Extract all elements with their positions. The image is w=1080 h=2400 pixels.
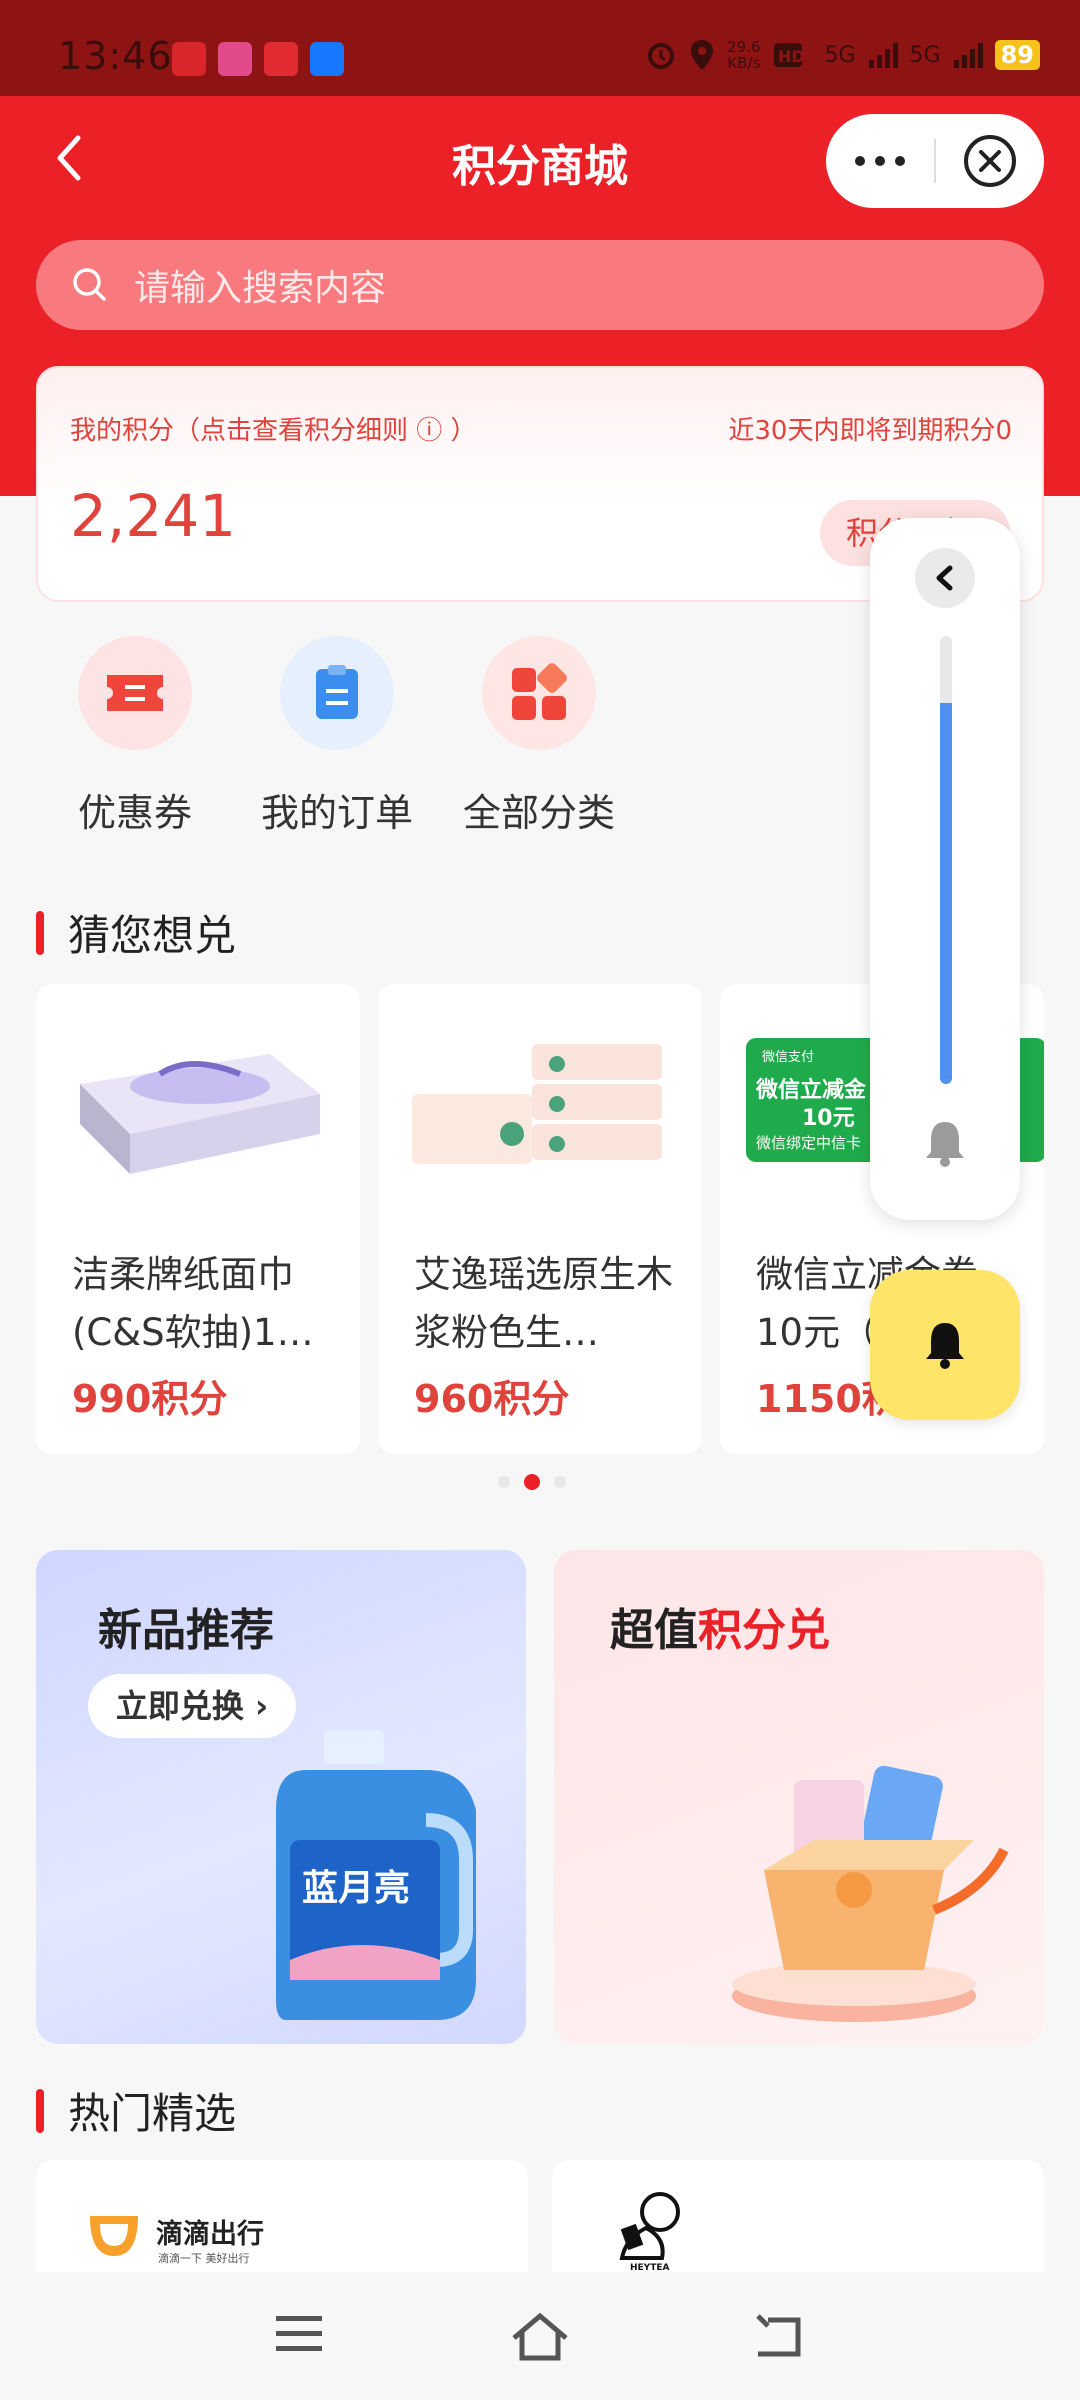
banner-title: 超值积分兑: [610, 1605, 830, 1656]
alarm-icon: [648, 43, 675, 69]
floating-volume-panel: [870, 518, 1020, 1220]
close-circle-icon: [964, 135, 1016, 187]
notification-app-icon: [172, 42, 206, 76]
notification-app-icon: [310, 42, 344, 76]
product-name: 艾逸瑶选原生木浆粉色生…: [414, 1253, 673, 1354]
shortcut-label: 我的订单: [260, 791, 413, 835]
volume-slider[interactable]: [940, 636, 952, 1084]
more-dots-icon[interactable]: [826, 156, 934, 166]
signal-icon: [868, 43, 898, 68]
banner-title: 新品推荐: [98, 1605, 274, 1656]
points-expiring: 近30天内即将到期积分0: [728, 416, 1012, 446]
section-accent-bar: [36, 910, 44, 955]
section-accent-bar: [36, 2088, 44, 2133]
chevron-left-icon: [936, 565, 953, 591]
didi-logo-icon: [90, 2216, 138, 2256]
product-price: 960积分: [414, 1377, 570, 1421]
status-indicators: 29.6 KB/s HD 5G 5G 89: [645, 38, 1040, 72]
status-bar: 13:46 29.6 KB/s HD 5G 5G 89: [0, 0, 1080, 96]
carousel-indicator: [498, 1474, 566, 1490]
shortcut-label: 全部分类: [462, 791, 615, 835]
shortcut-label: 优惠券: [77, 791, 192, 835]
hot-pick-heytea[interactable]: HEYTEA: [552, 2160, 1044, 2280]
home-icon[interactable]: [510, 2312, 570, 2362]
banner-value-exchange[interactable]: 超值积分兑: [554, 1550, 1044, 2044]
hd-icon: HD: [773, 43, 805, 67]
coupon-icon: [78, 636, 192, 750]
svg-text:HD: HD: [778, 47, 805, 66]
location-icon: [691, 40, 714, 70]
grid-icon: [482, 636, 596, 750]
close-button[interactable]: [936, 133, 1044, 189]
detergent-bottle-image: 蓝月亮: [276, 1730, 476, 2020]
gift-box-image: [732, 1765, 1009, 2022]
shortcut-coupons[interactable]: 优惠券: [50, 636, 220, 837]
volume-slider-fill: [940, 703, 952, 1084]
network-speed: 29.6 KB/s: [727, 38, 761, 72]
clipboard-icon: [280, 636, 394, 750]
search-icon: [73, 268, 106, 301]
didi-brand: 滴滴出行: [156, 2219, 264, 2250]
carousel-dot: [498, 1476, 510, 1488]
tissue-box-image: [80, 1054, 320, 1174]
battery-icon: 89: [994, 40, 1040, 70]
shortcut-orders[interactable]: 我的订单: [252, 636, 422, 837]
section-hot: 热门精选: [36, 2080, 236, 2141]
points-value: 2,241: [70, 482, 237, 550]
didi-tagline: 滴滴一下 美好出行: [158, 2252, 250, 2265]
points-rules-link[interactable]: 我的积分（点击查看积分细则 ⓘ ）: [70, 410, 477, 447]
bell-icon[interactable]: [923, 1118, 967, 1168]
banner-new-products[interactable]: 新品推荐 立即兑换 › 蓝月亮: [36, 1550, 526, 2044]
section-title: 热门精选: [68, 2089, 237, 2138]
hot-pick-didi[interactable]: 滴滴出行 滴滴一下 美好出行: [36, 2160, 528, 2280]
product-name: 洁柔牌纸面巾(C&S软抽)1…: [72, 1253, 314, 1354]
shortcut-categories[interactable]: 全部分类: [454, 636, 624, 837]
notification-bell-button[interactable]: [870, 1270, 1020, 1420]
carousel-dot-active: [524, 1474, 540, 1490]
section-recommend: 猜您想兑: [36, 902, 236, 963]
coupon-line3: 微信绑定中信卡: [756, 1134, 862, 1152]
coupon-brand: 微信支付: [762, 1050, 815, 1065]
redeem-now-button[interactable]: 立即兑换 ›: [88, 1674, 296, 1738]
product-card[interactable]: 洁柔牌纸面巾(C&S软抽)1… 990积分: [36, 984, 360, 1454]
signal-label: 5G: [909, 42, 941, 68]
coupon-line2: 10元: [802, 1106, 855, 1131]
notification-app-icon: [264, 42, 298, 76]
search-placeholder: 请输入搜索内容: [134, 268, 387, 309]
carousel-dot: [554, 1476, 566, 1488]
notification-app-icon: [218, 42, 252, 76]
heytea-brand: HEYTEA: [630, 2263, 669, 2272]
status-app-icons: [172, 42, 344, 76]
menu-icon[interactable]: [274, 2312, 324, 2356]
tissue-pack-image: [412, 1044, 662, 1164]
product-price: 990积分: [72, 1377, 228, 1421]
section-title: 猜您想兑: [68, 911, 237, 960]
signal-label: 5G: [824, 42, 856, 68]
miniapp-capsule: [826, 114, 1044, 208]
bell-icon: [926, 1323, 964, 1369]
signal-icon: [953, 43, 983, 68]
heytea-logo-icon: HEYTEA: [619, 2192, 680, 2272]
system-nav-bar: [0, 2272, 1080, 2400]
panel-collapse-button[interactable]: [915, 548, 975, 608]
back-nav-icon[interactable]: [754, 2312, 804, 2360]
bottle-brand: 蓝月亮: [302, 1868, 410, 1909]
product-card[interactable]: 艾逸瑶选原生木浆粉色生… 960积分: [378, 984, 702, 1454]
search-bar[interactable]: 请输入搜索内容: [36, 240, 1044, 330]
status-time: 13:46: [58, 34, 173, 78]
